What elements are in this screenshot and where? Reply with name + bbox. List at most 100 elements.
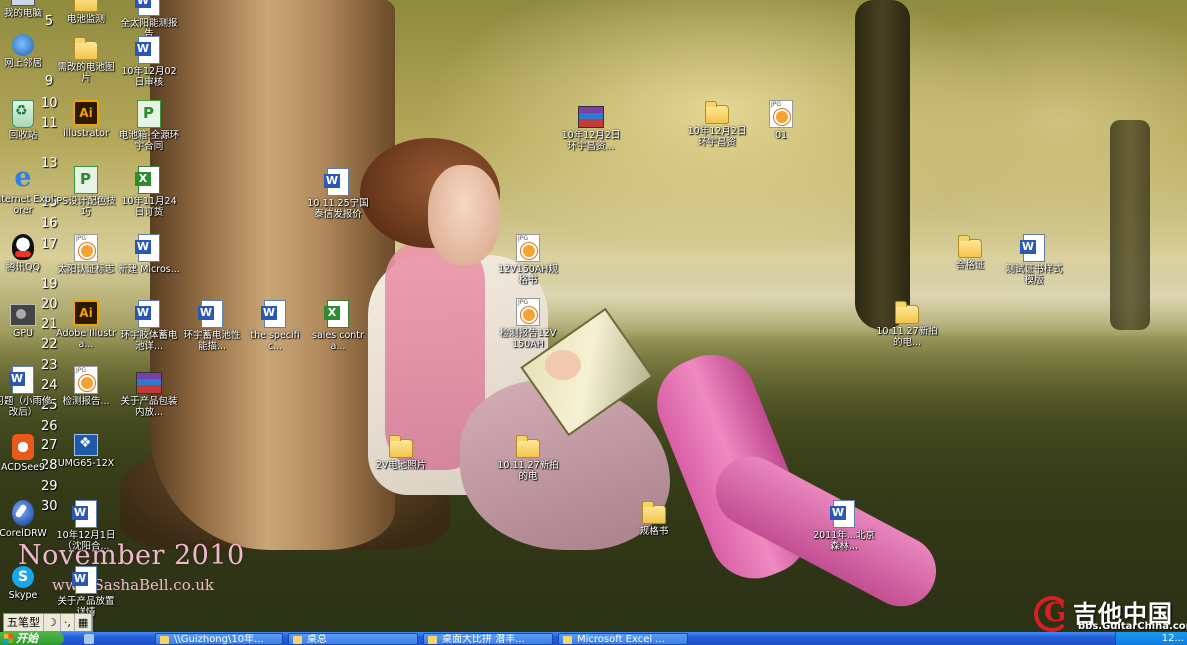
desktop-icon-folder[interactable]: 10年12月2日环宇昌资 — [686, 100, 748, 148]
desktop-icon-adobe-illustrator[interactable]: Adobe Illustra... — [55, 300, 117, 350]
desktop-icon-label: 10.11.25宁国泰信发报价 — [307, 198, 369, 220]
desktop-icon-document[interactable]: 全太阳能测报告 — [118, 0, 180, 40]
desktop-icon-acdsee[interactable]: ACDSee9 — [0, 434, 54, 473]
desktop-icon-folder[interactable]: 需改的电池图片 — [55, 36, 117, 84]
desktop-icon-label: 12V150AH规格书 — [498, 264, 558, 286]
desktop-icon-label: UMG65-12X — [57, 458, 115, 469]
desktop-icon-document[interactable]: 环宇胶体蓄电池详... — [118, 300, 180, 352]
rar-archive-icon — [136, 372, 162, 394]
ime-soft-keyboard-button[interactable]: ▦ — [75, 614, 93, 631]
desktop-icon-label: 新建 Micros... — [118, 264, 180, 275]
folder-icon — [74, 0, 98, 12]
desktop-icon-ps-doc[interactable]: PS设计配色技巧 — [55, 166, 117, 218]
desktop-icon-folder[interactable]: 10.11.27新拍的电... — [876, 300, 938, 348]
ime-mode-button[interactable]: 五笔型 — [4, 614, 44, 631]
desktop-icon-label: 测试证书样式模版 — [1005, 264, 1063, 286]
desktop-icon-image[interactable]: 检测报告... — [55, 366, 117, 407]
folder-icon — [958, 235, 982, 258]
folder-icon — [74, 37, 98, 60]
desktop-icon-folder[interactable]: 10.11.27新拍的电 — [497, 434, 559, 482]
desktop-icon-coreldraw[interactable]: CorelDRW — [0, 500, 54, 539]
desktop-icon-document[interactable]: 10年12月02日审核 — [118, 36, 180, 88]
desktop-icon-label: 01 — [774, 130, 788, 141]
desktop-icon-umg[interactable]: UMG65-12X — [55, 434, 117, 469]
desktop-icon-label: illustrator — [63, 128, 109, 139]
desktop-icon-image[interactable]: 12V150AH规格书 — [497, 234, 559, 286]
desktop-icon-spreadsheet[interactable]: sales contra... — [307, 300, 369, 352]
desktop-icon-network[interactable]: 网上邻居 — [0, 34, 54, 69]
desktop-icon-folder[interactable]: 规格书 — [623, 500, 685, 537]
desktop-icon-my-computer[interactable]: 我的电脑 — [0, 0, 54, 19]
folder-icon — [389, 435, 413, 458]
desktop-icon-label: 10.11.27新拍的电 — [497, 460, 559, 482]
desktop-icon-image[interactable]: 检测报告12V150AH — [497, 298, 559, 350]
desktop-icon-label: ACDSee9 — [0, 462, 46, 473]
desktop-icon-document[interactable]: 环宇蓄电池性能描... — [181, 300, 243, 352]
umg-icon — [74, 434, 98, 456]
jpg-icon — [516, 298, 540, 326]
desktop-icon-label: 检测报告12V150AH — [499, 328, 557, 350]
word-document-icon — [135, 0, 160, 16]
desktop-icon-label: the specific... — [250, 330, 300, 352]
start-label: 开始 — [16, 632, 38, 645]
desktop-icon-label: 10年12月1日（沈阳合... — [56, 530, 116, 552]
watermark-site: bbs.GuitarChina.com — [1078, 621, 1187, 632]
desktop-icon-ps-doc[interactable]: 电池箱-全源环宇合同 — [118, 100, 180, 152]
word-document-icon — [72, 500, 97, 528]
desktop-icon-label: 10年12月2日环宇昌资... — [561, 130, 621, 152]
desktop-icon-label: 2011年...北京森林... — [813, 530, 875, 552]
desktop-icon-document[interactable]: 测试证书样式模版 — [1003, 234, 1065, 286]
jpg-icon — [74, 366, 98, 394]
coreldraw-icon — [12, 500, 34, 526]
desktop-icon-spreadsheet[interactable]: 10年11月24日订货 — [118, 166, 180, 218]
ps-icon — [137, 100, 161, 128]
jpg-icon — [769, 100, 793, 128]
tray-clock[interactable]: 12... — [1162, 632, 1184, 645]
excel-icon — [135, 166, 160, 194]
desktop-icon-folder[interactable]: 2V电池照片 — [370, 434, 432, 471]
ime-punctuation-toggle[interactable]: ·, — [61, 614, 75, 631]
desktop-icon-document[interactable]: 2011年...北京森林... — [813, 500, 875, 552]
taskbar-button-browser[interactable]: 桌面大比拼 潜丰... — [423, 633, 553, 645]
ime-fullwidth-toggle[interactable]: ☽ — [44, 614, 61, 631]
calendar-number: 19 — [41, 277, 58, 292]
taskbar-button-explorer[interactable]: \\Guizhong\10年... — [155, 633, 283, 645]
word-document-icon — [135, 234, 160, 262]
desktop-icon-label: 需改的电池图片 — [57, 62, 115, 84]
desktop-icon-label: 回收站 — [8, 130, 38, 141]
desktop-icon-folder[interactable]: 电池监测 — [55, 0, 117, 25]
wallpaper-tree-trunk — [1110, 120, 1150, 330]
illustrator-icon — [73, 300, 99, 326]
quick-launch-icon[interactable] — [84, 634, 94, 644]
desktop-icon-document[interactable]: 新建 Micros... — [118, 234, 180, 275]
desktop-icon-image[interactable]: 01 — [750, 100, 812, 141]
desktop-icon-archive[interactable]: 10年12月2日环宇昌资... — [560, 102, 622, 152]
taskbar-button-excel[interactable]: Microsoft Excel ... — [558, 633, 688, 645]
taskbar-button-window[interactable]: 桌总 — [288, 633, 418, 645]
desktop-icon-internet-explorer[interactable]: Internet Explorer — [0, 162, 54, 216]
desktop-icon-label: 10年12月02日审核 — [121, 66, 177, 88]
desktop-icon-gpu[interactable]: GPU — [0, 300, 54, 339]
desktop-icon-label: 规格书 — [639, 526, 669, 537]
desktop-icon-illustrator[interactable]: illustrator — [55, 100, 117, 139]
rar-archive-icon — [578, 106, 604, 128]
desktop-icon-document[interactable]: 10年12月1日（沈阳合... — [55, 500, 117, 552]
calendar-number: 16 — [41, 216, 58, 231]
desktop-icon-archive[interactable]: 关于产品包装内放... — [118, 368, 180, 418]
word-document-icon — [1020, 234, 1045, 262]
desktop-icon-document[interactable]: 10.11.25宁国泰信发报价 — [307, 168, 369, 220]
desktop-icon-qq[interactable]: 腾讯QQ — [0, 234, 54, 273]
ps-icon — [74, 166, 98, 194]
desktop-icon-skype[interactable]: Skype — [0, 566, 54, 601]
desktop-icon-document[interactable]: 习题（小雨修改后） — [0, 366, 54, 418]
desktop-icon-image[interactable]: 太阳认证标志 — [55, 234, 117, 275]
gpu-icon — [10, 304, 36, 326]
desktop-icon-folder[interactable]: 合格证 — [939, 234, 1001, 271]
desktop-icon-document[interactable]: the specific... — [244, 300, 306, 352]
desktop-icon-label: CorelDRW — [0, 528, 47, 539]
ime-status-bar[interactable]: 五笔型 ☽ ·, ▦ — [3, 613, 94, 632]
desktop-icon-label: 检测报告... — [62, 396, 110, 407]
start-button[interactable]: 开始 — [0, 632, 64, 645]
desktop-icon-recycle-bin[interactable]: 回收站 — [0, 100, 54, 141]
desktop-icon-document[interactable]: 关于产品放置详情 — [55, 566, 117, 618]
